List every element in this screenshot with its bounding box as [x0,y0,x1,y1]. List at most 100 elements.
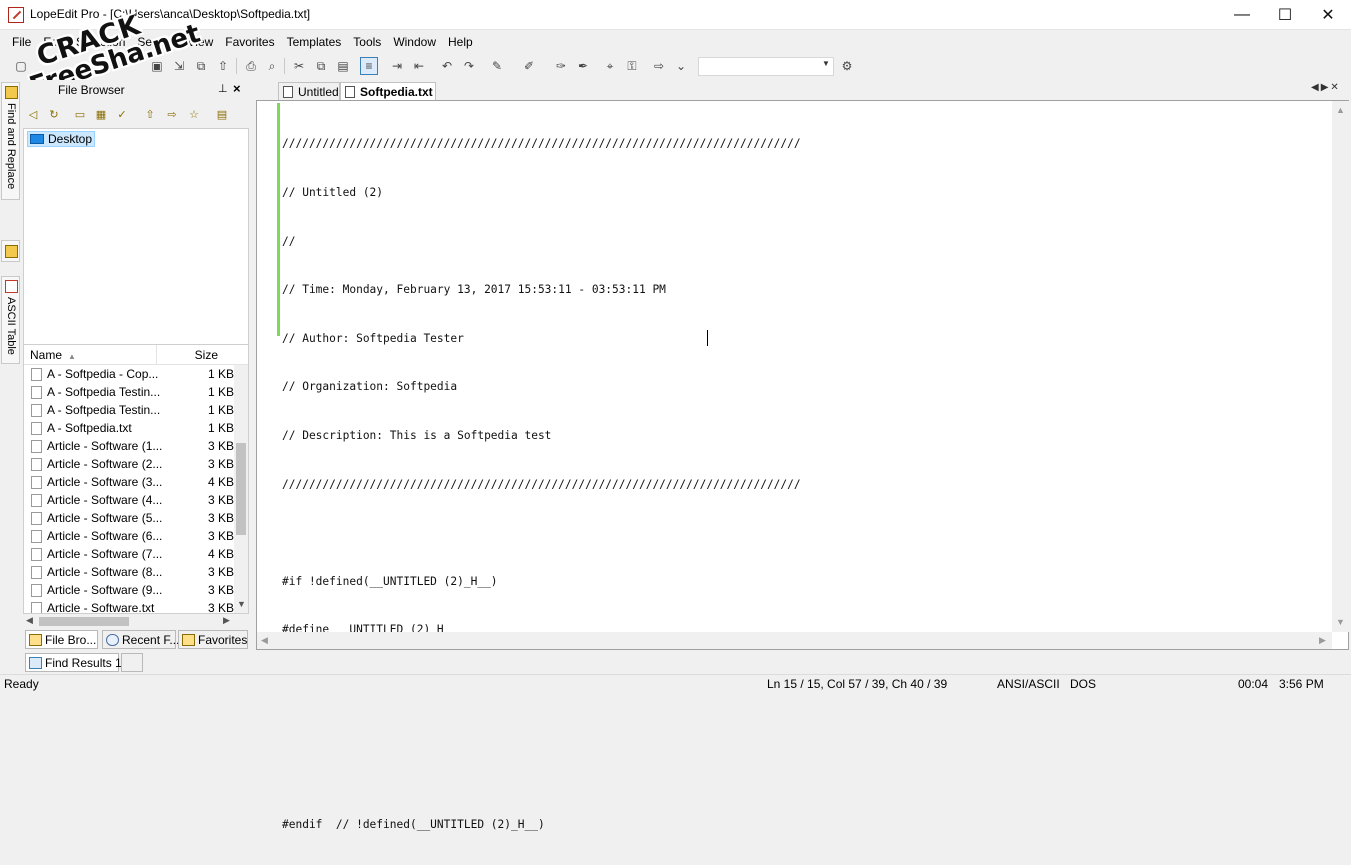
find-replace-tab[interactable]: Find and Replace [1,82,20,200]
prev-bookmark-icon[interactable]: ✑ [552,57,570,75]
toolbar-combo-input[interactable] [698,57,834,76]
move-up-icon[interactable]: ⇧ [142,106,158,122]
column-name-label: Name [30,348,63,362]
chevron-down-icon[interactable]: ▼ [822,59,830,68]
menu-window[interactable]: Window [387,32,442,52]
status-encoding[interactable]: ANSI/ASCII [997,677,1060,691]
scroll-down-icon[interactable]: ▼ [237,599,246,609]
editor-hscrollbar[interactable]: ◀ ▶ [257,632,1332,649]
file-list-scrollbar[interactable]: ▼ [234,365,248,613]
close-button[interactable]: ✕ [1305,0,1351,30]
minimize-button[interactable]: — [1219,0,1265,30]
scrollbar-thumb[interactable] [39,617,129,626]
column-name[interactable]: Name ▲ [24,345,157,364]
text-file-icon [31,601,42,613]
sort-asc-icon: ▲ [68,352,76,361]
cut-icon[interactable]: ✂ [290,57,308,75]
scroll-left-icon[interactable]: ◀ [26,615,33,626]
scroll-up-icon[interactable]: ▲ [1336,105,1345,115]
paste-icon[interactable]: ▤ [334,57,352,75]
properties-icon[interactable]: ▤ [214,106,230,122]
maximize-button[interactable]: ☐ [1262,0,1308,30]
tab-file-browser[interactable]: File Bro... [25,630,98,649]
file-row[interactable]: A - Softpedia Testin... 1 KB [24,383,234,401]
star-icon[interactable]: ☆ [186,106,202,122]
filter-icon[interactable]: ✓ [114,106,130,122]
forward-icon[interactable]: ⇨ [164,106,180,122]
scroll-right-icon[interactable]: ▶ [1319,635,1326,646]
folder-icon[interactable]: ▭ [72,106,88,122]
tree-item-desktop[interactable]: Desktop [27,131,96,147]
scroll-left-icon[interactable]: ◀ [261,635,268,646]
file-row[interactable]: Article - Software.txt 3 KB [24,599,234,613]
templates-icon [5,245,18,258]
save-all-icon[interactable]: ⧉ [192,57,210,75]
print-preview-icon[interactable]: ⌕ [263,57,281,75]
tab-softpedia-txt[interactable]: Softpedia.txt [340,82,436,100]
file-row[interactable]: Article - Software (5... 3 KB [24,509,234,527]
file-row[interactable]: A - Softpedia.txt 1 KB [24,419,234,437]
next-bookmark-icon[interactable]: ✐ [520,57,538,75]
scrollbar-thumb[interactable] [236,443,246,535]
menu-tools[interactable]: Tools [347,32,387,52]
file-row[interactable]: Article - Software (3... 4 KB [24,473,234,491]
file-row[interactable]: Article - Software (2... 3 KB [24,455,234,473]
file-row[interactable]: Article - Software (6... 3 KB [24,527,234,545]
menu-help[interactable]: Help [442,32,479,52]
menu-templates[interactable]: Templates [281,32,348,52]
tab-label: Softpedia.txt [360,84,433,99]
redo-icon[interactable]: ↷ [460,57,478,75]
undo-icon[interactable]: ↶ [438,57,456,75]
tab-navigation-icons[interactable]: ◀▶✕ [1311,82,1341,93]
copy-icon[interactable]: ⧉ [312,57,330,75]
print-icon[interactable]: ⎙ [242,57,260,75]
open-file-icon[interactable]: ▦ [93,106,109,122]
file-name: Article - Software (1... [47,439,163,453]
bookmark-icon[interactable]: ✎ [488,57,506,75]
tab-find-results[interactable]: Find Results 1 [25,653,122,672]
close-icon[interactable]: × [233,81,241,96]
code-line: ////////////////////////////////////////… [282,477,801,491]
back-icon[interactable]: ◁ [25,106,41,122]
find-replace-label: Find and Replace [5,103,17,190]
file-row[interactable]: Article - Software (7... 4 KB [24,545,234,563]
editor-text[interactable]: ////////////////////////////////////////… [282,104,801,865]
file-row[interactable]: A - Softpedia Testin... 1 KB [24,401,234,419]
tab-output[interactable] [121,653,143,672]
toolbar-overflow-icon[interactable]: ⌄ [672,57,690,75]
status-line-ending[interactable]: DOS [1070,677,1096,691]
save-to-icon[interactable]: ⇧ [214,57,232,75]
file-row[interactable]: Article - Software (4... 3 KB [24,491,234,509]
indent-icon[interactable]: ⇥ [388,57,406,75]
tab-recent-files[interactable]: Recent F... [102,630,179,649]
menu-favorites[interactable]: Favorites [219,32,280,52]
settings-icon[interactable]: ⚙ [838,57,856,75]
code-editor[interactable]: ////////////////////////////////////////… [256,100,1349,831]
code-line: #endif // !defined(__UNTITLED (2)_H__) [282,817,545,831]
ascii-table-icon [5,280,18,293]
file-row[interactable]: Article - Software (8... 3 KB [24,563,234,581]
templates-tab[interactable] [1,240,20,262]
word-wrap-icon[interactable]: ≡ [360,57,378,75]
folder-icon [29,633,42,646]
column-size[interactable]: Size [158,345,222,364]
file-row[interactable]: A - Softpedia - Cop... 1 KB [24,365,234,383]
run-tool-icon[interactable]: ⇨ [650,57,668,75]
outdent-icon[interactable]: ⇤ [410,57,428,75]
find-icon[interactable]: ⌖ [601,57,619,75]
file-row[interactable]: Article - Software (9... 3 KB [24,581,234,599]
clear-bookmarks-icon[interactable]: ✒ [574,57,592,75]
file-size: 1 KB [207,385,234,399]
pin-icon[interactable]: ⊥ [218,82,228,95]
ascii-table-tab[interactable]: ASCII Table [1,276,20,364]
file-row[interactable]: Article - Software (1... 3 KB [24,437,234,455]
replace-icon[interactable]: ⚿ [623,57,641,75]
refresh-icon[interactable]: ↻ [46,106,62,122]
tab-favorites[interactable]: Favorites [178,630,248,649]
main-toolbar: ▢ ▣ ⇲ ⧉ ⇧ ⎙ ⌕ ✂ ⧉ ▤ ≡ ⇥ ⇤ ↶ ↷ ✎ ✐ ✑ ✒ ⌖ … [0,53,1351,80]
tab-untitled[interactable]: Untitled [278,82,340,100]
scroll-down-icon[interactable]: ▼ [1336,617,1345,627]
scroll-right-icon[interactable]: ▶ [223,615,230,626]
file-list-hscrollbar[interactable]: ◀ ▶ [23,614,249,628]
editor-vscrollbar[interactable]: ▲ ▼ [1332,101,1349,632]
